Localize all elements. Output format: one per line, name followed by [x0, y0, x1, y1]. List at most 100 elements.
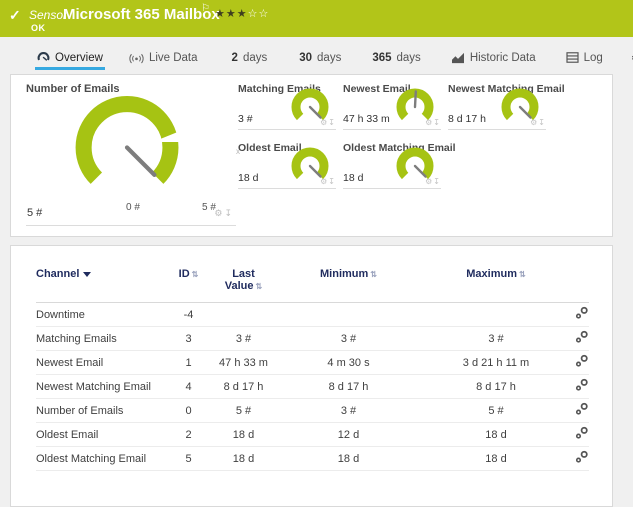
gauges-panel: Number of Emails x 0 # 5 # 5 # ⚙↧ Matchi…	[10, 74, 613, 237]
channel-minimum: 3 #	[340, 332, 357, 345]
gauge-newest-matching-email: Newest Matching Email 8 d 17 h ⚙↧	[448, 83, 565, 130]
pin-icon[interactable]: ↧	[224, 208, 234, 218]
signal-icon	[129, 53, 144, 63]
status-ok-check-icon: ✓	[9, 7, 21, 23]
tab-overview[interactable]: Overview	[35, 46, 105, 70]
column-header-maximum[interactable]: Maximum ⇅	[426, 264, 566, 303]
pin-icon[interactable]: ↧	[433, 118, 441, 127]
column-header-minimum[interactable]: Minimum ⇅	[271, 264, 426, 303]
main-gauge-dial	[75, 96, 180, 184]
channel-maximum: 3 d 21 h 11 m	[462, 356, 530, 369]
sensor-title: Microsoft 365 Mailbox	[63, 6, 220, 23]
channel-last-value: 47 h 33 m	[219, 356, 268, 369]
gauge-icon	[37, 52, 50, 61]
channel-id: 5	[185, 452, 192, 465]
gauge-action-icons[interactable]: ⚙↧	[214, 208, 234, 219]
table-row-number-of-emails[interactable]: Number of Emails 0 5 # 3 # 5 #	[36, 399, 589, 423]
table-row-newest-matching-email[interactable]: Newest Matching Email 4 8 d 17 h 8 d 17 …	[36, 375, 589, 399]
column-header-channel[interactable]: Channel	[36, 264, 161, 303]
channels-table-panel: Channel ID ⇅ Last Value ⇅ Minimum ⇅ Maximum ⇅…	[10, 245, 613, 507]
channel-id: 1	[185, 356, 192, 369]
gauge-newest-email: Newest Email 47 h 33 m ⚙↧	[343, 83, 441, 130]
gauge-number-of-emails: Number of Emails x 0 # 5 # 5 # ⚙↧	[26, 83, 240, 226]
sensor-status-bar: ✓ Sensor OK Microsoft 365 Mailbox ⚐ ★★★☆…	[0, 0, 633, 37]
table-row-oldest-email[interactable]: Oldest Email 2 18 d 12 d 18 d	[36, 423, 589, 447]
sort-icon: ⇅	[370, 270, 377, 279]
tab-log-label: Log	[583, 51, 603, 64]
tab-365-days-number: 365	[372, 51, 392, 64]
gauge-scale-min: 0 #	[126, 202, 140, 213]
channel-maximum: 3 #	[488, 332, 504, 345]
channel-id: 2	[185, 428, 192, 441]
column-header-last-value[interactable]: Last Value ⇅	[216, 264, 271, 303]
channel-name: Oldest Matching Email	[36, 452, 147, 465]
sort-icon: ⇅	[191, 270, 199, 279]
priority-flag-icon[interactable]: ⚐	[201, 3, 210, 14]
pin-icon[interactable]: ↧	[433, 177, 441, 186]
channel-name: Newest Matching Email	[36, 380, 151, 393]
channel-settings-icon[interactable]	[575, 450, 589, 467]
tab-30-days-number: 30	[299, 51, 313, 64]
stars-empty[interactable]: ☆☆	[248, 8, 270, 20]
gauge-action-icons[interactable]: ⚙↧	[320, 177, 336, 186]
table-row-oldest-matching-email[interactable]: Oldest Matching Email 5 18 d 18 d 18 d	[36, 447, 589, 471]
gauge-action-icons[interactable]: ⚙↧	[425, 118, 441, 127]
channel-last-value: 5 #	[235, 404, 252, 417]
channel-name: Newest Email	[36, 356, 104, 369]
channel-name: Matching Emails	[36, 332, 117, 345]
channel-maximum	[426, 303, 566, 327]
gauge-value: 8 d 17 h	[448, 113, 486, 125]
stars-filled[interactable]: ★★★	[215, 8, 248, 20]
gear-icon[interactable]: ⚙	[214, 208, 224, 218]
channel-minimum	[271, 303, 426, 327]
channel-maximum: 5 #	[488, 404, 504, 417]
channel-settings-icon[interactable]	[575, 330, 589, 347]
channel-minimum: 18 d	[337, 452, 360, 465]
gauge-value: 5 #	[27, 207, 43, 219]
gauge-matching-emails: Matching Emails 3 # ⚙↧	[238, 83, 336, 130]
tab-historic-data[interactable]: Historic Data	[449, 47, 538, 70]
tab-overview-label: Overview	[55, 51, 103, 64]
table-row-newest-email[interactable]: Newest Email 1 47 h 33 m 4 m 30 s 3 d 21…	[36, 351, 589, 375]
table-row-downtime[interactable]: Downtime -4	[36, 303, 589, 327]
channel-name: Oldest Email	[36, 428, 99, 441]
channel-settings-icon[interactable]	[575, 354, 589, 371]
channel-last-value: 8 d 17 h	[223, 380, 264, 393]
tab-365-days[interactable]: 365 days	[370, 47, 422, 70]
pin-icon[interactable]: ↧	[538, 118, 546, 127]
priority-stars[interactable]: ★★★☆☆	[215, 7, 269, 20]
tab-live-data-label: Live Data	[148, 51, 198, 64]
channel-settings-icon[interactable]	[575, 306, 589, 323]
gauge-value: 18 d	[238, 172, 259, 184]
sensor-tab-bar: Overview Live Data 2 days 30 days 365 da…	[0, 44, 633, 72]
tab-2-days-unit: days	[242, 51, 268, 64]
chart-icon	[451, 52, 464, 63]
channel-settings-icon[interactable]	[575, 402, 589, 419]
gauge-action-icons[interactable]: ⚙↧	[425, 177, 441, 186]
channel-name: Number of Emails	[36, 404, 124, 417]
sort-icon: ⇅	[519, 270, 526, 279]
table-row-matching-emails[interactable]: Matching Emails 3 3 # 3 # 3 #	[36, 327, 589, 351]
tab-2-days[interactable]: 2 days	[230, 47, 270, 70]
gauge-action-icons[interactable]: ⚙↧	[320, 118, 336, 127]
tab-settings[interactable]: ⚙ Settings	[629, 46, 633, 71]
gauge-value: 18 d	[343, 172, 364, 184]
gauge-oldest-email: Oldest Email 18 d ⚙↧	[238, 142, 336, 189]
channel-settings-icon[interactable]	[575, 426, 589, 443]
column-header-id[interactable]: ID ⇅	[161, 264, 216, 303]
channel-id: -4	[183, 308, 194, 321]
pin-icon[interactable]: ↧	[328, 118, 336, 127]
gauge-action-icons[interactable]: ⚙↧	[530, 118, 546, 127]
tab-log[interactable]: Log	[564, 47, 605, 70]
pin-icon[interactable]: ↧	[328, 177, 336, 186]
channel-last-value: 18 d	[232, 452, 255, 465]
tab-live-data[interactable]: Live Data	[127, 47, 200, 70]
tab-30-days[interactable]: 30 days	[297, 47, 343, 70]
channel-maximum: 18 d	[485, 428, 507, 441]
channel-settings-icon[interactable]	[575, 378, 589, 395]
channel-minimum: 3 #	[340, 404, 357, 417]
channels-table: Channel ID ⇅ Last Value ⇅ Minimum ⇅ Maximum ⇅…	[36, 264, 589, 471]
object-kind-label: Sensor	[29, 8, 68, 22]
channel-minimum: 12 d	[337, 428, 360, 441]
channel-minimum: 4 m 30 s	[327, 356, 370, 369]
